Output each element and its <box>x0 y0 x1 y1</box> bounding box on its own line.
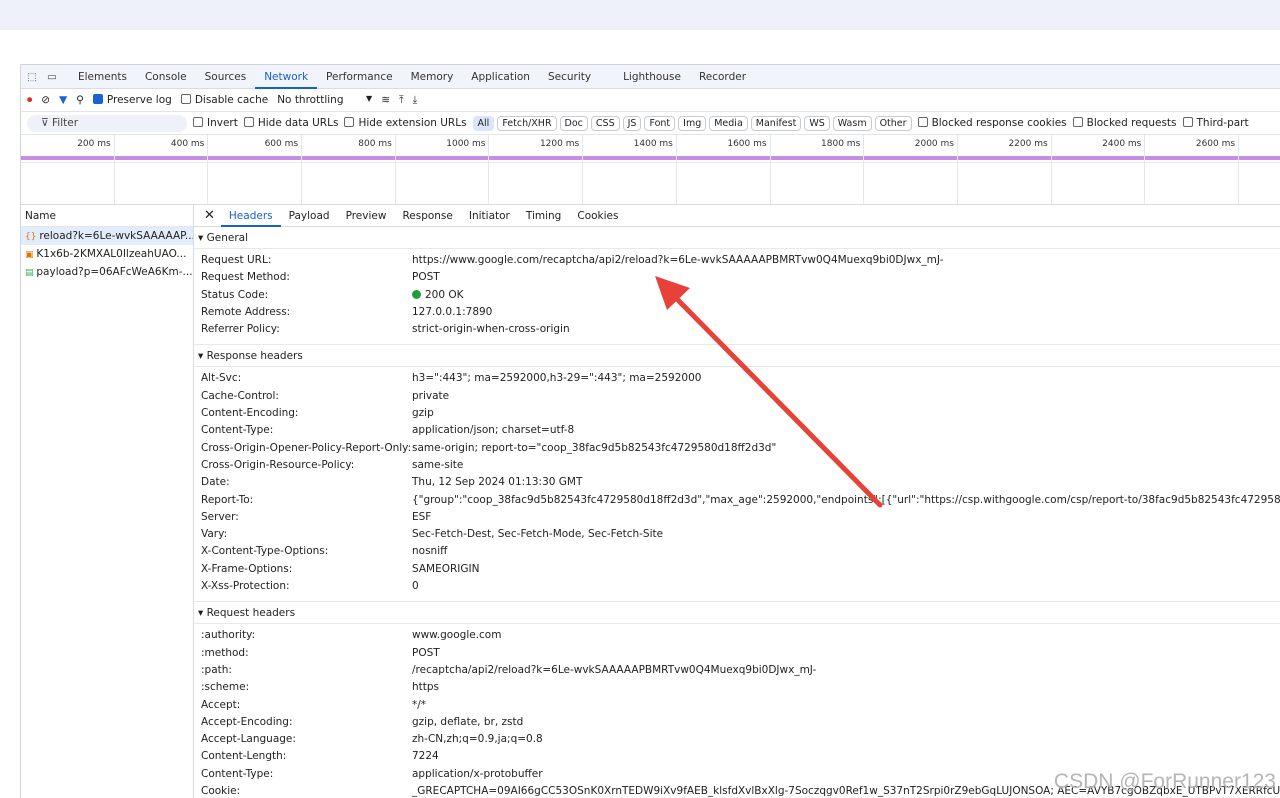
watermark: CSDN @ForRunner123 <box>1053 770 1276 793</box>
red-annotation-arrow <box>655 276 883 508</box>
